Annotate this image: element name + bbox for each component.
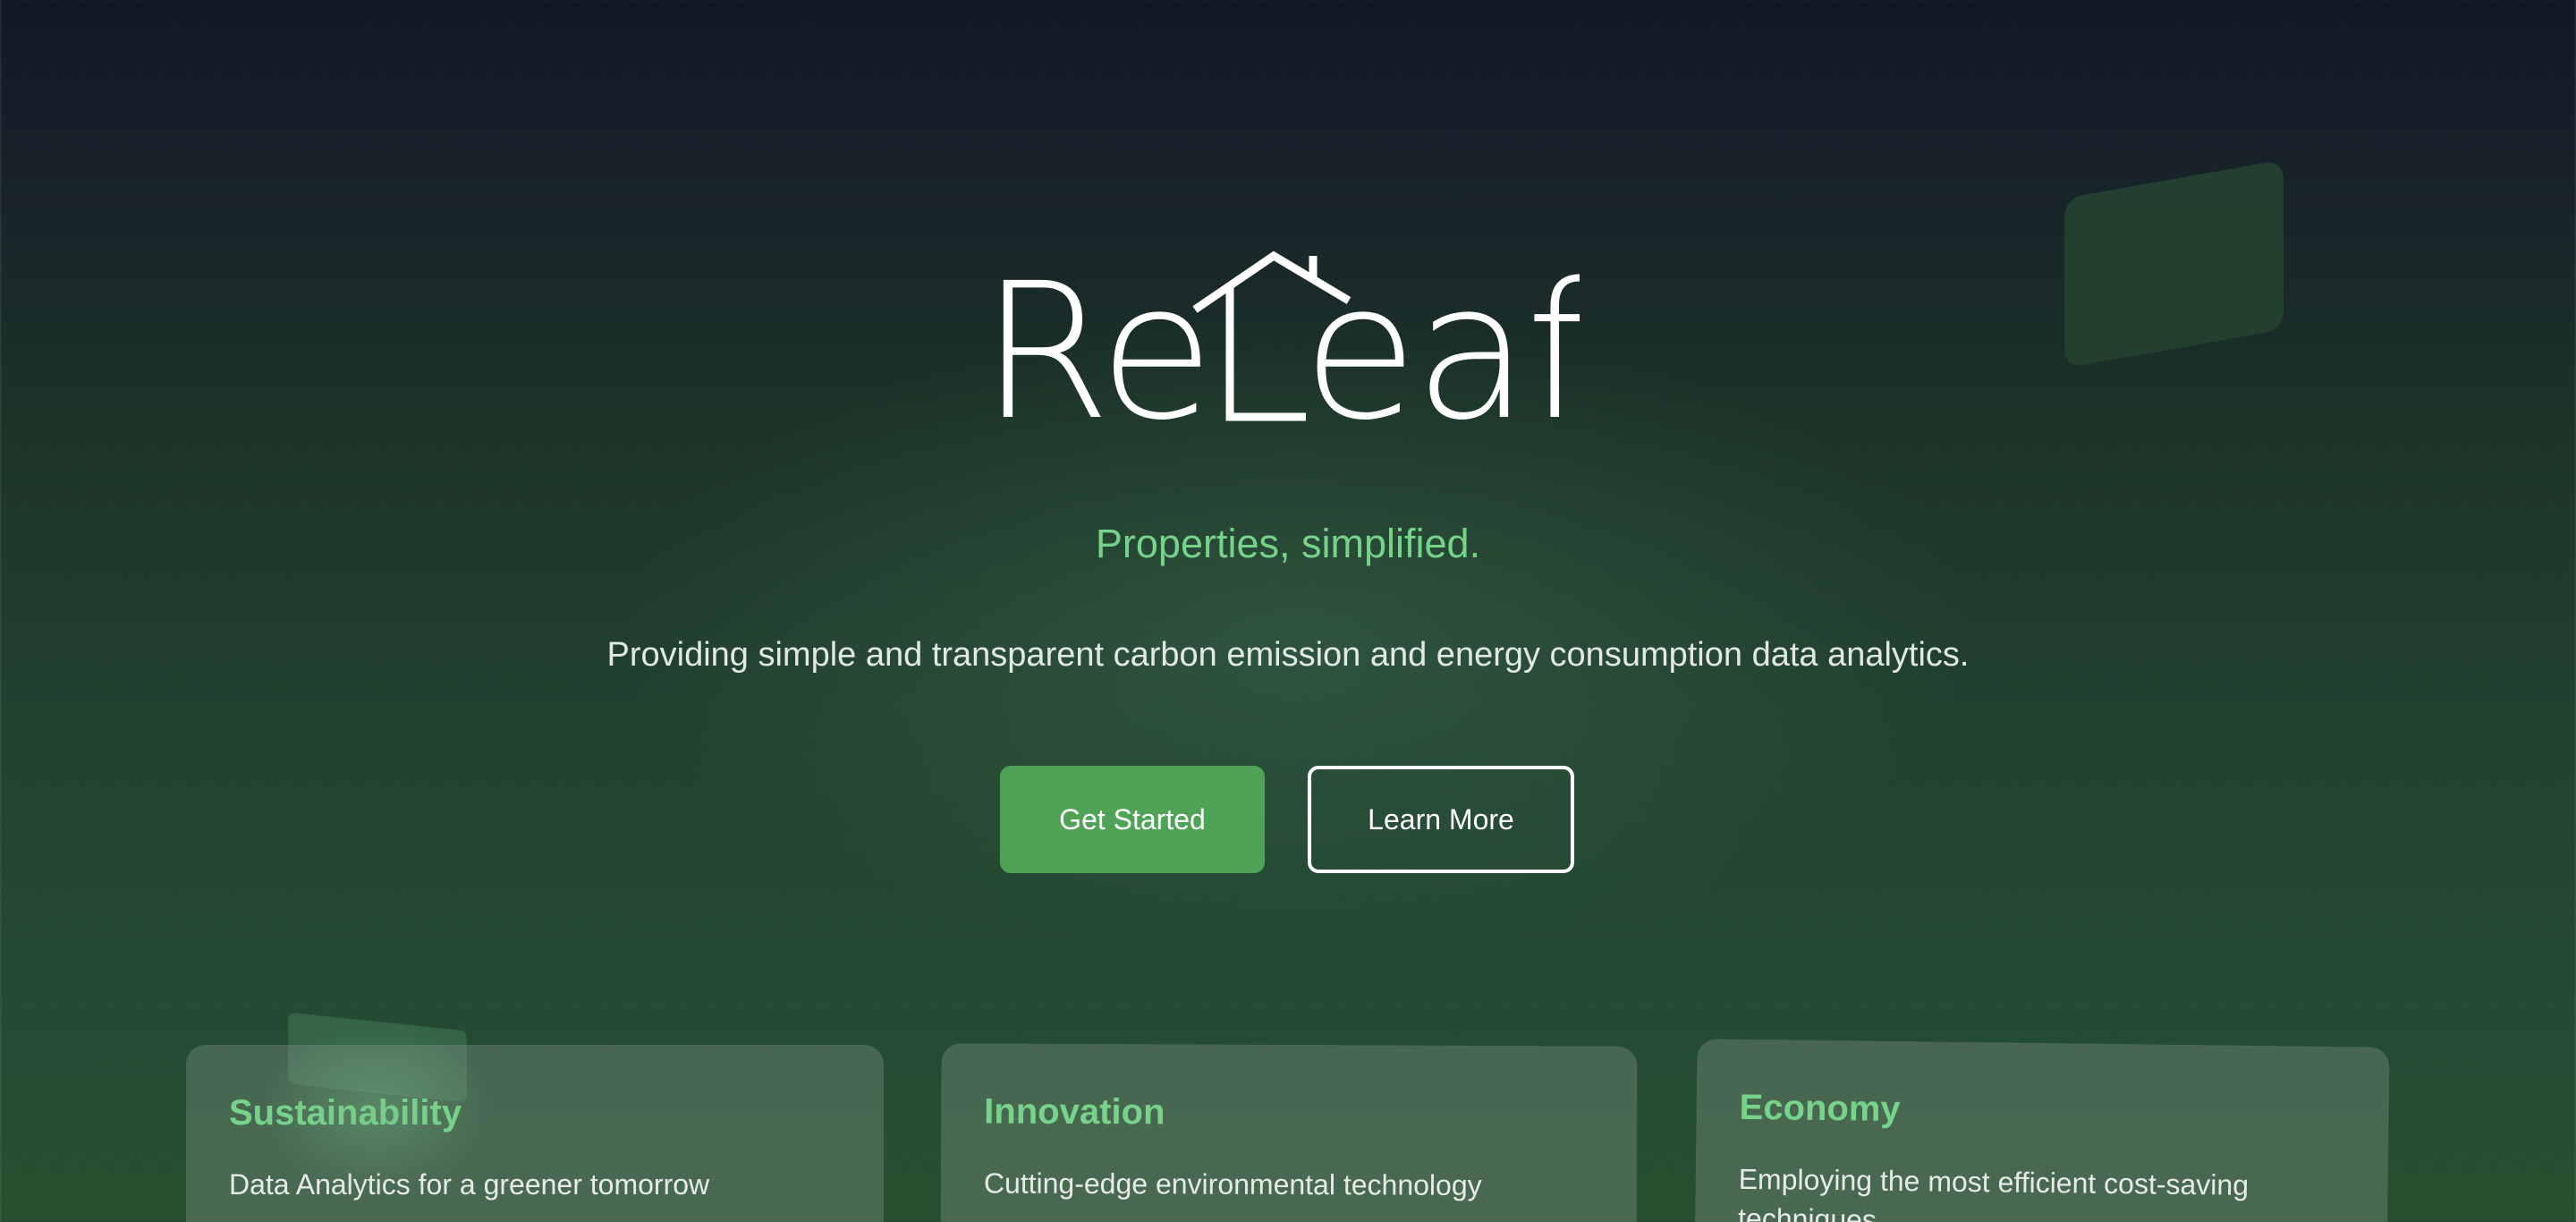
hero-tagline: Properties, simplified. <box>1095 521 1481 566</box>
decorative-panel <box>2064 159 2284 369</box>
logo-text-eaf: eaf <box>1302 247 1580 426</box>
hero-description: Providing simple and transparent carbon … <box>606 636 1970 674</box>
page-edge-left <box>0 0 2 1222</box>
feature-card-title: Economy <box>1739 1087 1901 1130</box>
brand-logo: Re eaf <box>980 247 1580 426</box>
feature-card-innovation: Innovation Cutting-edge environmental te… <box>940 1043 1638 1222</box>
feature-card-economy: Economy Employing the most efficient cos… <box>1694 1039 2390 1222</box>
logo-text-re: Re <box>980 247 1211 426</box>
card-highlight <box>259 1020 492 1199</box>
feature-card-text: Cutting-edge environmental technology <box>983 1167 1482 1201</box>
feature-card-title: Innovation <box>984 1091 1165 1133</box>
get-started-button[interactable]: Get Started <box>1000 766 1265 873</box>
feature-card-text: Employing the most efficient cost-saving… <box>1737 1162 2250 1222</box>
learn-more-button[interactable]: Learn More <box>1308 766 1574 873</box>
